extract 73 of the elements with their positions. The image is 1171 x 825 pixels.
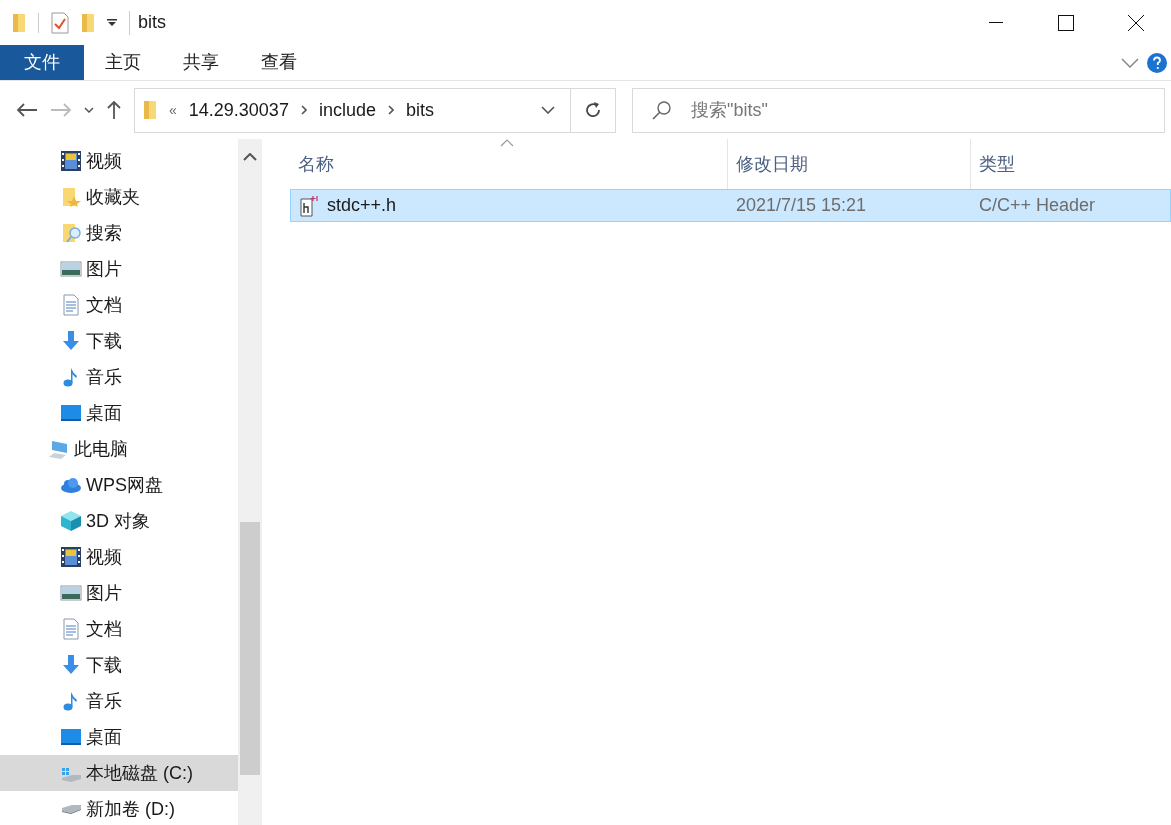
nav-item[interactable]: 桌面 (0, 395, 238, 431)
nav-item[interactable]: 音乐 (0, 359, 238, 395)
sort-ascending-icon (500, 139, 514, 147)
ribbon-tab[interactable]: 文件 (0, 45, 84, 80)
down-arrow-icon (60, 654, 82, 676)
picture-icon (60, 258, 82, 280)
help-icon[interactable] (1147, 52, 1167, 73)
address-bar[interactable]: « 14.29.30037 include bits (134, 87, 616, 133)
column-header[interactable]: 类型 (971, 139, 1171, 189)
nav-item[interactable]: 音乐 (0, 683, 238, 719)
drive-icon (60, 803, 82, 815)
search-icon (652, 99, 672, 120)
new-folder-icon (81, 12, 95, 33)
properties-icon[interactable] (51, 11, 69, 34)
window-title: bits (138, 11, 166, 34)
breadcrumb-segment[interactable]: bits (405, 96, 434, 124)
nav-item[interactable]: 此电脑 (0, 431, 238, 467)
ribbon-tab[interactable]: 主页 (84, 45, 162, 80)
desktop-icon (60, 726, 82, 748)
close-icon (1128, 14, 1144, 31)
folder-icon (143, 100, 157, 120)
folder-search-icon (60, 222, 82, 244)
nav-item[interactable]: 图片 (0, 251, 238, 287)
nav-item[interactable]: 3D 对象 (0, 503, 238, 539)
nav-item[interactable]: 视频 (0, 539, 238, 575)
chevron-down-icon[interactable] (84, 107, 94, 113)
nav-item[interactable]: 文档 (0, 611, 238, 647)
nav-item[interactable]: 图片 (0, 575, 238, 611)
header-file-icon (299, 194, 319, 217)
file-name: stdc++.h (327, 194, 397, 217)
file-type: C/C++ Header (978, 194, 1097, 217)
chevron-down-icon[interactable] (1121, 57, 1139, 68)
folder-icon (12, 12, 26, 33)
ribbon-tab[interactable]: 共享 (162, 45, 240, 80)
nav-item[interactable]: 搜索 (0, 215, 238, 251)
nav-item[interactable]: 下载 (0, 647, 238, 683)
computer-icon (48, 438, 70, 460)
back-arrow-icon[interactable] (16, 102, 38, 118)
minimize-icon (989, 21, 1003, 24)
chevron-right-icon (300, 105, 307, 115)
ribbon-tab[interactable]: 查看 (240, 45, 318, 80)
up-arrow-icon[interactable] (106, 100, 122, 120)
scroll-up-icon[interactable] (243, 153, 257, 161)
refresh-icon (584, 101, 602, 119)
search-field[interactable]: 搜索"bits" (632, 87, 1165, 133)
film-icon (60, 546, 82, 568)
desktop-icon (60, 402, 82, 424)
folder-star-icon (60, 186, 82, 208)
maximize-icon (1058, 14, 1074, 31)
modified-date: 2021/7/15 15:21 (735, 194, 868, 217)
document-icon (60, 294, 82, 316)
nav-item[interactable]: 新加卷 (D:) (0, 791, 238, 825)
nav-item[interactable]: 视频 (0, 143, 238, 179)
nav-item[interactable]: 本地磁盘 (C:) (0, 755, 238, 791)
scrollbar[interactable] (238, 139, 262, 825)
document-icon (60, 618, 82, 640)
breadcrumb-segment[interactable]: 14.29.30037 (188, 96, 289, 124)
nav-item[interactable]: WPS网盘 (0, 467, 238, 503)
overflow-chevrons[interactable]: « (169, 99, 177, 121)
scrollbar-thumb[interactable] (240, 522, 260, 775)
file-row[interactable]: stdc++.h 2021/7/15 15:21 C/C++ Header (290, 189, 1171, 222)
down-arrow-icon (60, 330, 82, 352)
picture-icon (60, 582, 82, 604)
film-icon (60, 150, 82, 172)
caret-icon[interactable] (107, 18, 117, 27)
chevron-right-icon (387, 105, 394, 115)
nav-item[interactable]: 桌面 (0, 719, 238, 755)
nav-item[interactable]: 下载 (0, 323, 238, 359)
nav-item[interactable]: 文档 (0, 287, 238, 323)
nav-item[interactable]: 收藏夹 (0, 179, 238, 215)
chevron-down-icon[interactable] (541, 106, 555, 114)
breadcrumb-segment[interactable]: include (318, 96, 376, 124)
cube-icon (60, 510, 82, 532)
